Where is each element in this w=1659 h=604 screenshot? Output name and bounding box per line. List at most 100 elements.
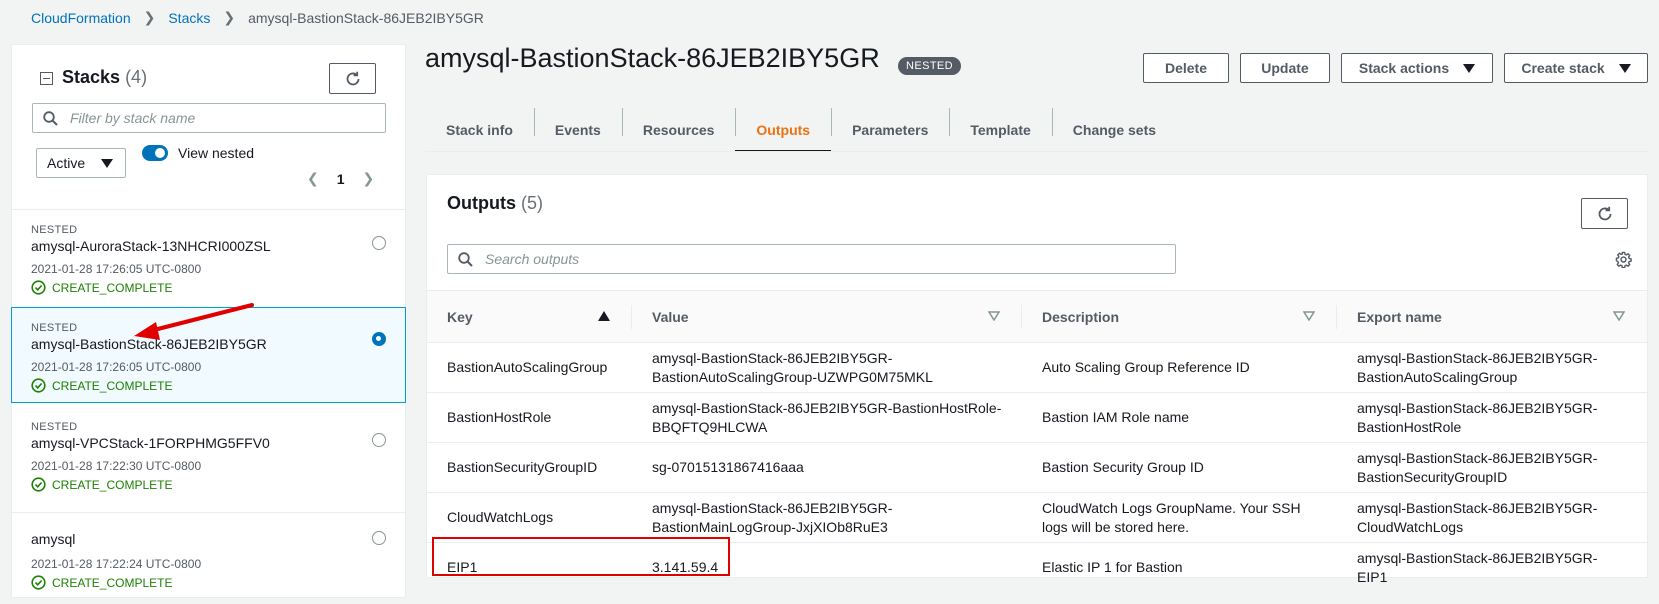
tab-template[interactable]: Template [949, 108, 1051, 152]
tab-bar: Stack info Events Resources Outputs Para… [425, 108, 1177, 152]
sort-icon[interactable] [1303, 311, 1315, 321]
chevron-right-icon[interactable]: ❯ [363, 170, 375, 187]
search-outputs-wrapper [447, 244, 1176, 274]
refresh-icon [346, 71, 359, 85]
caret-down-icon [101, 159, 113, 168]
stack-radio[interactable] [372, 236, 386, 250]
stack-name[interactable]: amysql-AuroraStack-13NHCRI000ZSL [31, 238, 271, 254]
refresh-outputs-button[interactable] [1581, 198, 1628, 229]
cell-export-name: amysql-BastionStack-86JEB2IBY5GR-EIP1 [1357, 549, 1598, 585]
column-header-export-name[interactable]: Export name [1337, 290, 1647, 343]
sort-icon[interactable] [1613, 311, 1625, 321]
outputs-panel: Outputs (5) Key Value [426, 174, 1648, 585]
check-circle-icon [31, 477, 46, 492]
update-button[interactable]: Update [1240, 53, 1330, 83]
table-row: BastionAutoScalingGroup amysql-BastionSt… [427, 342, 1647, 393]
cell-description: Bastion Security Group ID [1022, 442, 1337, 493]
view-nested-label: View nested [178, 145, 255, 161]
stack-time: 2021-01-28 17:22:24 UTC-0800 [31, 557, 202, 571]
table-row: BastionHostRole amysql-BastionStack-86JE… [427, 392, 1647, 443]
stack-name[interactable]: amysql [31, 531, 75, 547]
stack-item[interactable]: NESTED amysql-VPCStack-1FORPHMG5FFV0 202… [12, 407, 405, 500]
table-row: EIP1 3.141.59.4 Elastic IP 1 for Bastion… [427, 543, 1647, 593]
status-filter-select[interactable]: Active [36, 148, 126, 178]
stack-status: CREATE_COMPLETE [31, 575, 172, 590]
tab-stack-info[interactable]: Stack info [425, 108, 534, 152]
table-row: BastionSecurityGroupID sg-07015131867416… [427, 442, 1647, 493]
cell-export-name: amysql-BastionStack-86JEB2IBY5GR- Bastion… [1337, 392, 1647, 443]
cell-description: CloudWatch Logs GroupName. Your SSH logs … [1022, 492, 1337, 543]
filter-stacks-input[interactable] [68, 109, 368, 127]
stack-name[interactable]: amysql-BastionStack-86JEB2IBY5GR [31, 336, 267, 352]
tab-parameters[interactable]: Parameters [831, 108, 949, 152]
create-stack-button[interactable]: Create stack [1504, 53, 1648, 83]
breadcrumb-current: amysql-BastionStack-86JEB2IBY5GR [248, 9, 484, 26]
cell-value: amysql-BastionStack-86JEB2IBY5GR-Bastion… [632, 392, 1022, 443]
cell-export-name: amysql-BastionStack-86JEB2IBY5GR- CloudWa… [1337, 492, 1647, 543]
stacks-panel-title: Stacks (4) [62, 67, 148, 87]
tab-outputs[interactable]: Outputs [735, 108, 831, 152]
cell-value: 3.141.59.4 [652, 559, 719, 576]
chevron-left-icon[interactable]: ❮ [307, 170, 319, 187]
stacks-panel-header: Stacks (4) Active View nested ❮ 1 ❯ [12, 45, 405, 210]
tab-change-sets[interactable]: Change sets [1051, 108, 1177, 152]
search-icon [458, 251, 473, 267]
sort-ascending-icon[interactable] [598, 311, 610, 321]
search-outputs-input[interactable] [483, 250, 783, 268]
pagination: ❮ 1 ❯ [307, 170, 374, 187]
stack-radio[interactable] [372, 433, 386, 447]
cell-value: amysql-BastionStack-86JEB2IBY5GR-Bastion… [632, 342, 1022, 393]
status-filter-value: Active [47, 155, 86, 171]
page-title: amysql-BastionStack-86JEB2IBY5GR [425, 43, 880, 73]
stack-status: CREATE_COMPLETE [31, 477, 172, 492]
gear-icon[interactable] [1615, 251, 1632, 268]
column-header-description[interactable]: Description [1022, 290, 1337, 343]
cell-key: BastionHostRole [427, 392, 632, 443]
stack-time: 2021-01-28 17:22:30 UTC-0800 [31, 459, 202, 473]
stack-status: CREATE_COMPLETE [31, 280, 172, 295]
collapse-icon[interactable] [40, 72, 53, 85]
chevron-right-icon: ❯ [143, 9, 156, 25]
outputs-title: Outputs (5) [447, 193, 544, 213]
check-circle-icon [31, 280, 46, 295]
tab-resources[interactable]: Resources [621, 108, 736, 152]
stack-name[interactable]: amysql-VPCStack-1FORPHMG5FFV0 [31, 435, 270, 451]
cell-key: BastionSecurityGroupID [427, 442, 632, 493]
column-header-value[interactable]: Value [632, 290, 1022, 343]
cell-value: amysql-BastionStack-86JEB2IBY5GR-Bastion… [632, 492, 1022, 543]
stack-time: 2021-01-28 17:26:05 UTC-0800 [31, 262, 202, 276]
stack-actions-button[interactable]: Stack actions [1341, 53, 1493, 83]
breadcrumb-cloudformation[interactable]: CloudFormation [31, 10, 131, 26]
nested-label: NESTED [31, 224, 78, 236]
breadcrumb-stacks[interactable]: Stacks [168, 10, 210, 26]
cell-description: Bastion IAM Role name [1022, 392, 1337, 443]
delete-button[interactable]: Delete [1143, 53, 1229, 83]
tabs-divider [425, 151, 1648, 152]
stack-item[interactable]: amysql 2021-01-28 17:22:24 UTC-0800 CREA… [12, 513, 405, 597]
sort-icon[interactable] [988, 311, 1000, 321]
page-number[interactable]: 1 [337, 171, 345, 187]
view-nested-toggle[interactable] [142, 145, 168, 161]
nested-badge: NESTED [898, 57, 962, 75]
nested-label: NESTED [31, 421, 78, 433]
table-row: CloudWatchLogs amysql-BastionStack-86JEB… [427, 492, 1647, 543]
cell-key: EIP1 [447, 559, 478, 576]
stack-item-selected[interactable]: NESTED amysql-BastionStack-86JEB2IBY5GR … [11, 307, 406, 403]
stack-radio-selected[interactable] [372, 332, 386, 346]
cell-key: BastionAutoScalingGroup [427, 342, 632, 393]
refresh-stacks-button[interactable] [329, 63, 376, 94]
nested-label: NESTED [31, 322, 78, 334]
stack-item[interactable]: NESTED amysql-AuroraStack-13NHCRI000ZSL … [12, 210, 405, 304]
cell-export-name: amysql-BastionStack-86JEB2IBY5GR- Bastion… [1337, 442, 1647, 493]
tab-events[interactable]: Events [533, 108, 622, 152]
cell-value: sg-07015131867416aaa [632, 442, 1022, 493]
stacks-panel: Stacks (4) Active View nested ❮ 1 ❯ [11, 44, 406, 598]
breadcrumb: CloudFormation ❯ Stacks ❯ amysql-Bastion… [31, 9, 484, 26]
column-header-key[interactable]: Key [427, 290, 632, 343]
search-icon [43, 110, 58, 126]
stack-radio[interactable] [372, 531, 386, 545]
caret-down-icon [1618, 63, 1631, 73]
caret-down-icon [1463, 63, 1476, 73]
cell-description: Auto Scaling Group Reference ID [1022, 342, 1337, 393]
cell-key: CloudWatchLogs [427, 492, 632, 543]
